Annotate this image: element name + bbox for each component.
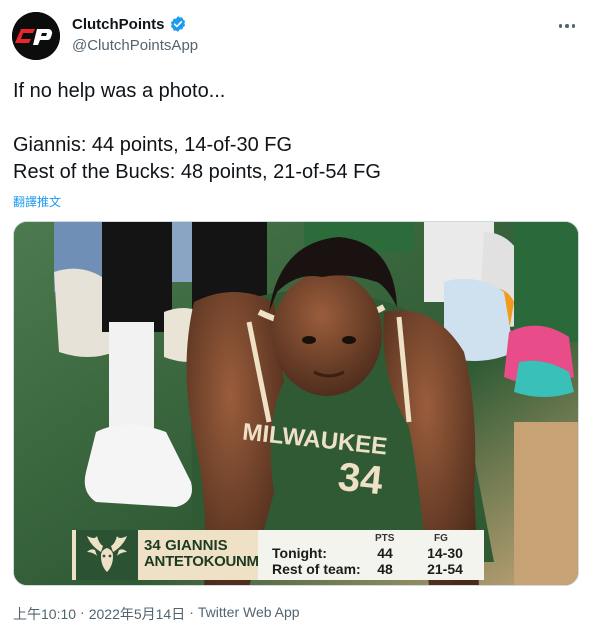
footer-separator: · (80, 604, 85, 620)
player-last-name: ANTETOKOUNMPO (144, 553, 280, 570)
translate-tweet-link[interactable]: 翻譯推文 (13, 193, 61, 210)
tweet-line-2: Giannis: 44 points, 14-of-30 FG (13, 134, 293, 156)
tweet-time[interactable]: 上午10:10 (13, 604, 76, 624)
verified-badge-icon (170, 16, 185, 32)
tweet-line-1: If no help was a photo... (13, 80, 226, 102)
tweet-footer: 上午10:10 · 2022年5月14日 · Twitter Web App (13, 604, 300, 624)
stat-row2-pts: 48 (377, 561, 393, 577)
tweet-header: ClutchPoints @ClutchPointsApp (12, 12, 581, 62)
stat-row1-pts: 44 (377, 545, 393, 561)
player-name-panel: 34 GIANNIS ANTETOKOUNMPO (138, 530, 280, 580)
stats-panel: PTS FG Tonight: 44 14-30 Rest of team: 4… (258, 530, 484, 580)
tweet-date[interactable]: 2022年5月14日 (89, 604, 186, 624)
stat-row2-label: Rest of team: (272, 561, 361, 577)
tweet-line-3: Rest of the Bucks: 48 points, 21-of-54 F… (13, 161, 381, 183)
author-display-name[interactable]: ClutchPoints (72, 16, 165, 33)
player-first-name: GIANNIS (165, 537, 228, 554)
bucks-logo-icon (72, 530, 138, 580)
more-options-icon[interactable] (555, 16, 579, 36)
score-bug: 34 GIANNIS ANTETOKOUNMPO PTS FG Tonight:… (72, 530, 484, 580)
footer-separator: · (189, 604, 194, 620)
stat-row2-fg: 21-54 (427, 561, 463, 577)
stat-row1-fg: 14-30 (427, 545, 463, 561)
tweet-source[interactable]: Twitter Web App (198, 604, 300, 624)
tweet-text: If no help was a photo... Giannis: 44 po… (13, 78, 580, 186)
stat-row1-label: Tonight: (272, 545, 327, 561)
stat-header-fg: FG (434, 533, 448, 544)
stat-header-pts: PTS (375, 533, 395, 544)
name-row: ClutchPoints (72, 15, 187, 33)
jersey-number: 34 (336, 455, 386, 503)
tweet-photo[interactable]: MILWAUKEE 34 34 GIANNIS ANTETOKOUNMPO PT… (13, 221, 579, 586)
player-jersey-number: 34 (144, 537, 161, 554)
clutchpoints-logo-icon (12, 12, 60, 60)
author-avatar[interactable] (12, 12, 60, 60)
author-handle[interactable]: @ClutchPointsApp (72, 37, 198, 54)
